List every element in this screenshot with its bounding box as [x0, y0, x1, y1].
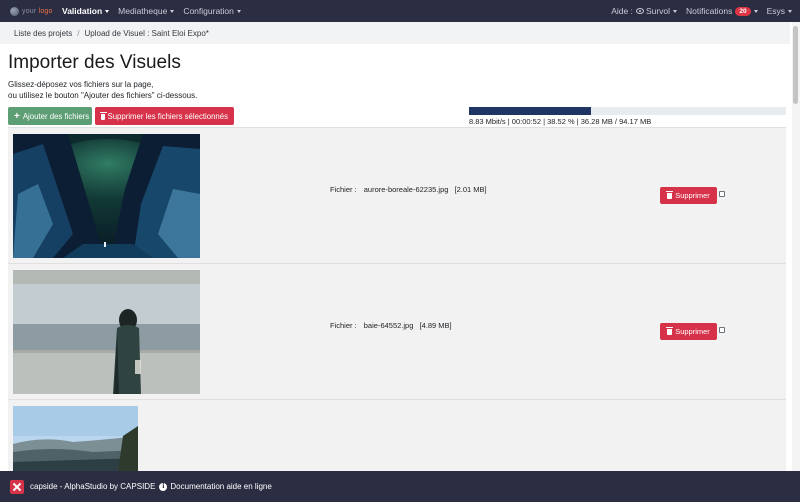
delete-file-label: Supprimer	[675, 327, 710, 336]
breadcrumb-current: Upload de Visuel : Saint Eloi Expo*	[84, 28, 209, 38]
notifications-menu[interactable]: Notifications 20	[686, 6, 758, 16]
info-icon: i	[159, 482, 168, 491]
aurora-image	[13, 134, 200, 258]
remove-selected-label: Supprimer les fichiers sélectionnés	[107, 111, 228, 121]
delete-file-label: Supprimer	[675, 191, 710, 200]
file-name: aurore-boreale-62235.jpg	[363, 185, 449, 194]
file-row: Fichier : baie-64552.jpg [4.89 MB] Suppr…	[8, 263, 786, 399]
user-menu[interactable]: Esys	[767, 6, 792, 16]
help-menu[interactable]: Aide : Survol	[611, 6, 678, 16]
footer-brand: capside - AlphaStudio by CAPSIDE	[30, 482, 156, 491]
breadcrumb: Liste des projets / Upload de Visuel : S…	[0, 22, 790, 44]
file-thumbnail	[13, 270, 200, 394]
instruction-line-2: ou utilisez le bouton "Ajouter des fichi…	[8, 91, 198, 100]
chevron-down-icon	[673, 9, 678, 13]
page-title: Importer des Visuels	[8, 52, 181, 73]
plus-icon: +	[14, 110, 20, 122]
breadcrumb-projects-link[interactable]: Liste des projets	[14, 29, 72, 38]
chevron-down-icon	[753, 9, 758, 13]
help-mode: Survol	[645, 6, 671, 16]
chevron-down-icon	[105, 9, 110, 13]
chevron-down-icon	[170, 9, 175, 13]
delete-file-button[interactable]: Supprimer	[660, 187, 717, 204]
notifications-label: Notifications	[686, 6, 733, 16]
file-select-checkbox[interactable]	[719, 191, 725, 197]
remove-selected-button[interactable]: Supprimer les fichiers sélectionnés	[95, 107, 234, 125]
chevron-down-icon	[788, 9, 792, 13]
file-label: Fichier :	[330, 321, 357, 330]
file-name: baie-64552.jpg	[363, 321, 414, 330]
capside-logo-icon	[10, 479, 24, 494]
page-scrollbar[interactable]	[792, 22, 800, 471]
trash-icon	[666, 327, 674, 335]
coast-image	[13, 406, 138, 472]
upload-instructions: Glissez-déposez vos fichiers sur la page…	[8, 79, 197, 101]
file-label: Fichier :	[330, 185, 357, 194]
top-navbar: your logo Validation Mediatheque Configu…	[0, 0, 800, 22]
brand-logo[interactable]: your logo	[10, 6, 62, 16]
nav-mediatheque[interactable]: Mediatheque	[118, 6, 175, 16]
breadcrumb-separator: /	[77, 28, 80, 38]
eye-icon	[635, 8, 644, 14]
notifications-badge: 20	[735, 6, 751, 16]
upload-progress-bar	[469, 107, 786, 115]
nav-configuration-label: Configuration	[183, 6, 234, 16]
delete-file-button[interactable]: Supprimer	[660, 323, 717, 340]
chevron-down-icon	[236, 9, 241, 13]
trash-icon	[100, 111, 107, 120]
instruction-line-1: Glissez-déposez vos fichiers sur la page…	[8, 80, 154, 89]
logo-text-accent: logo	[38, 7, 53, 15]
trash-icon	[666, 191, 674, 199]
help-label: Aide :	[611, 6, 633, 16]
footer: capside - AlphaStudio by CAPSIDE i Docum…	[0, 471, 800, 502]
scrollbar-thumb[interactable]	[793, 26, 798, 104]
add-files-button[interactable]: + Ajouter des fichiers	[8, 107, 92, 125]
file-row: Fichier : aurore-boreale-62235.jpg [2.01…	[8, 127, 786, 263]
file-select-checkbox[interactable]	[719, 327, 725, 333]
file-info: Fichier : aurore-boreale-62235.jpg [2.01…	[330, 185, 487, 194]
file-info: Fichier : baie-64552.jpg [4.89 MB]	[330, 321, 452, 330]
file-size: [2.01 MB]	[454, 185, 487, 194]
logo-globe-icon	[10, 6, 19, 16]
nav-validation[interactable]: Validation	[62, 6, 110, 16]
user-label: Esys	[766, 6, 785, 16]
add-files-label: Ajouter des fichiers	[22, 111, 90, 121]
nav-configuration[interactable]: Configuration	[183, 6, 241, 16]
nav-validation-label: Validation	[62, 6, 103, 16]
upload-progress-status: 8.83 Mbit/s | 00:00:52 | 38.52 % | 36.28…	[469, 117, 652, 126]
upload-progress-fill	[469, 107, 592, 115]
file-row	[8, 399, 786, 472]
nav-mediatheque-label: Mediatheque	[118, 6, 168, 16]
footer-documentation-link[interactable]: Documentation aide en ligne	[170, 482, 271, 491]
file-size: [4.89 MB]	[419, 321, 452, 330]
navbar-right: Aide : Survol Notifications 20 Esys	[611, 6, 800, 16]
logo-text-prefix: your	[22, 7, 37, 15]
bay-window-image	[13, 270, 200, 394]
file-thumbnail	[13, 134, 200, 258]
file-thumbnail	[13, 406, 138, 472]
